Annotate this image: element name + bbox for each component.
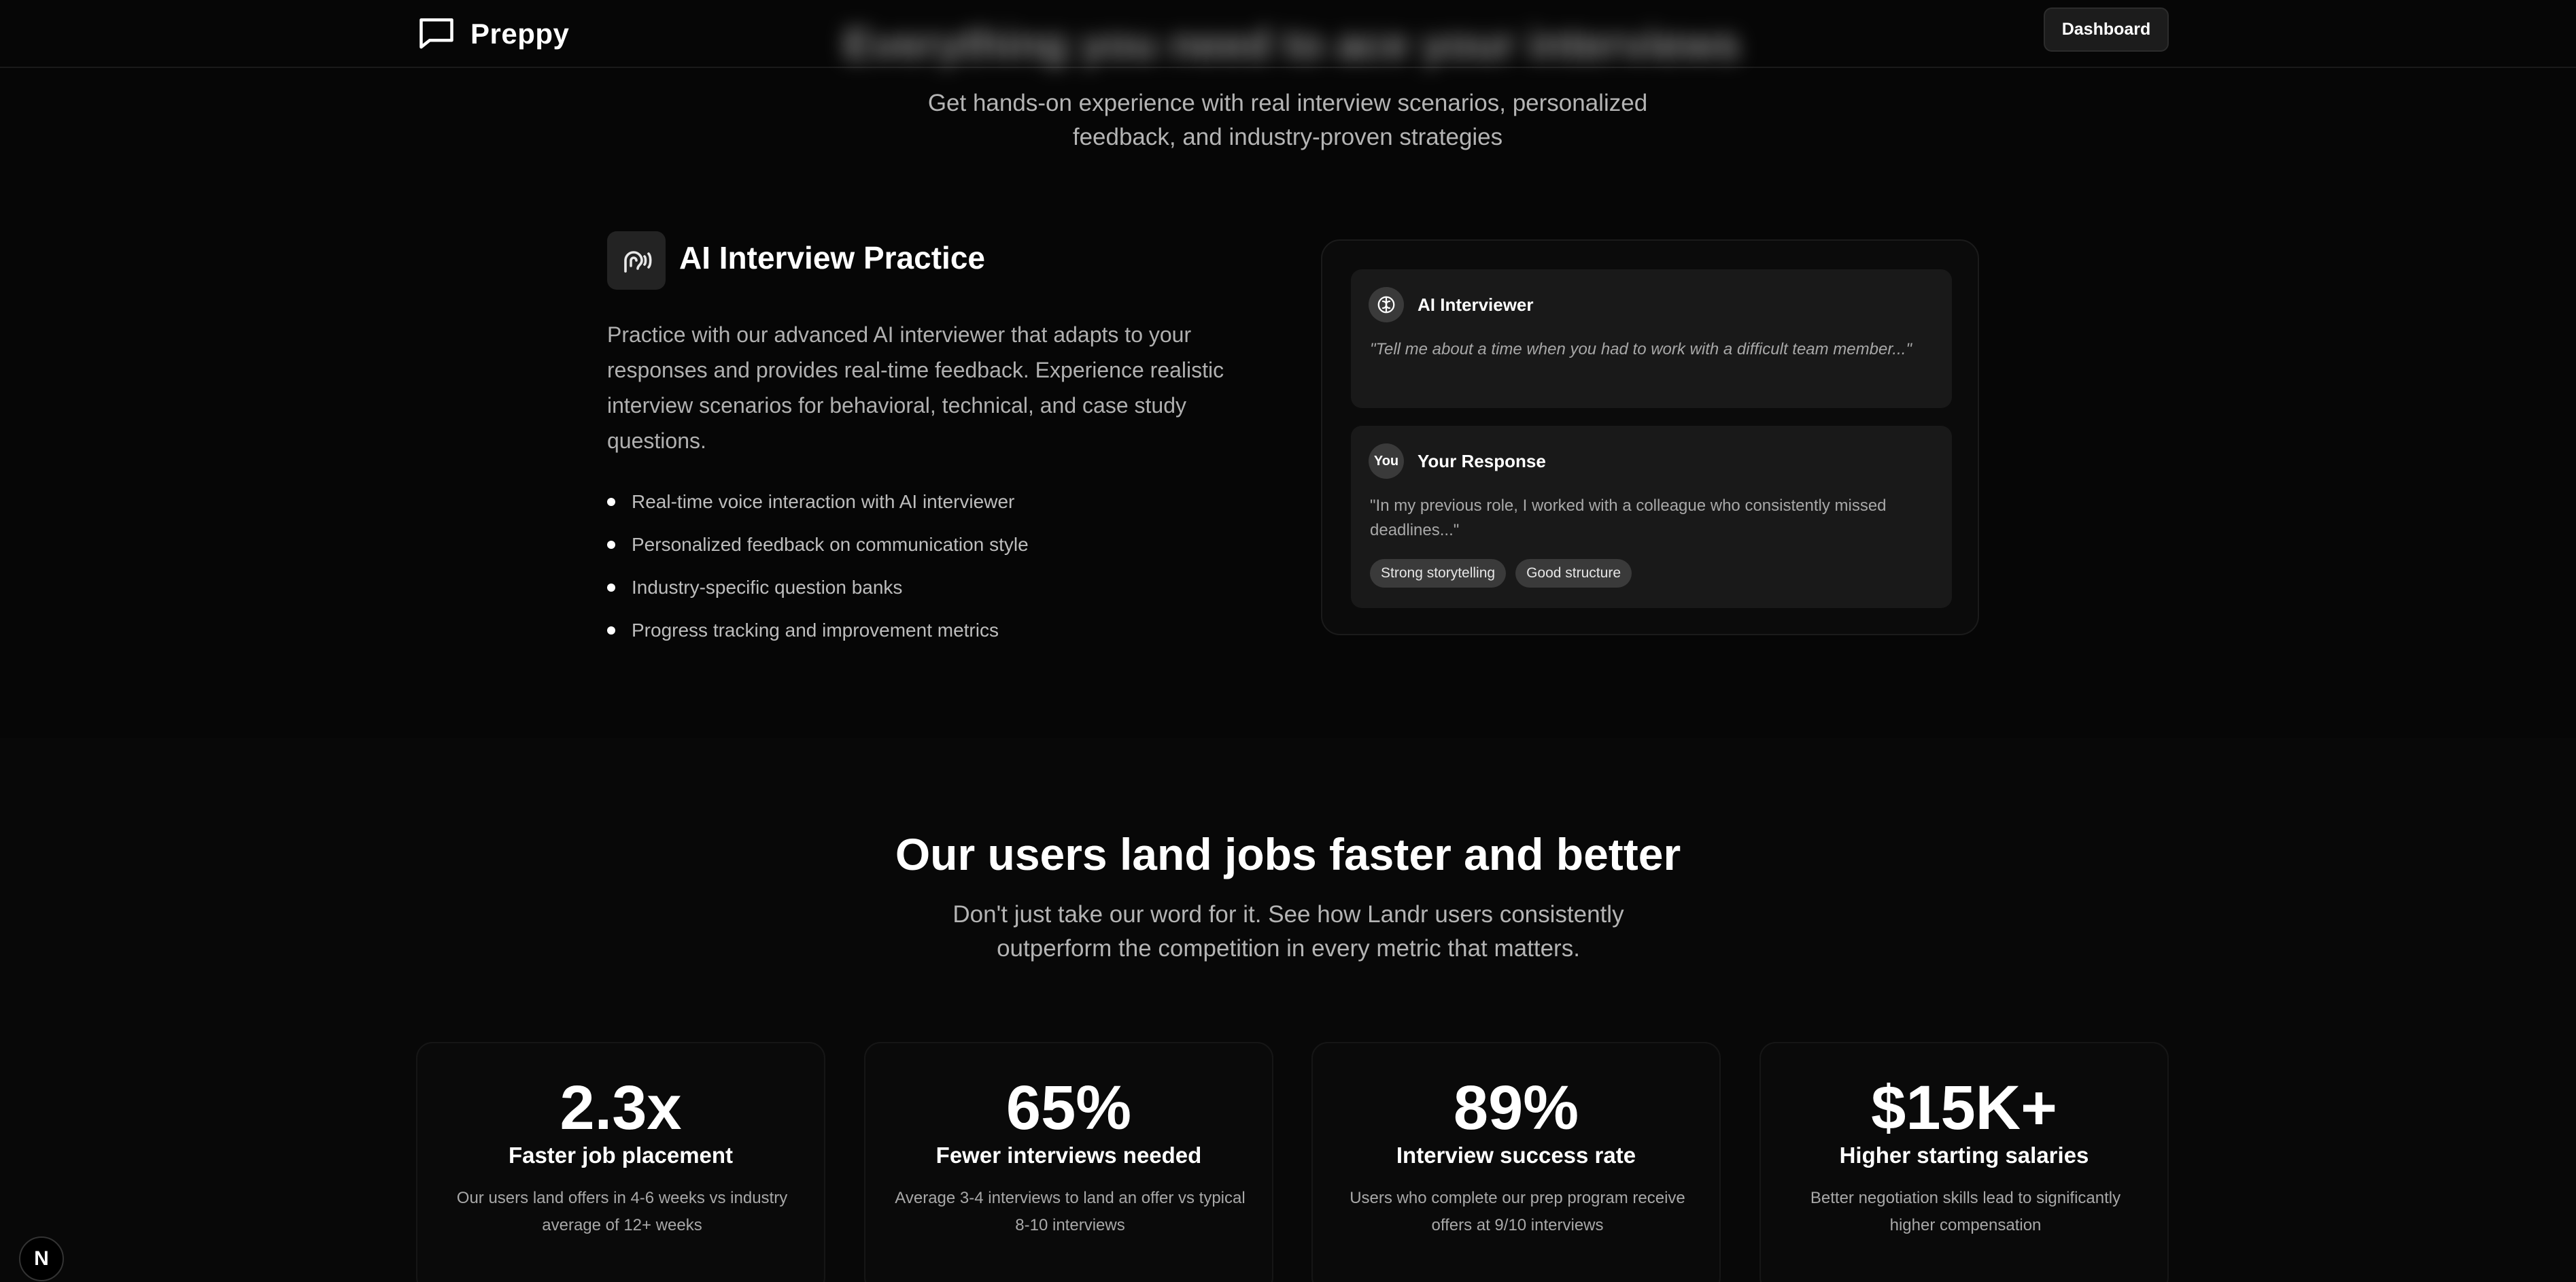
stat-card: 65% Fewer interviews needed Average 3-4 …	[864, 1042, 1273, 1282]
blurred-section-heading: Everything you need to ace your intervie…	[843, 20, 1740, 67]
message-header: You Your Response	[1369, 443, 1546, 479]
bullet-dot-icon	[607, 540, 615, 549]
interview-demo-card: AI Interviewer "Tell me about a time whe…	[1321, 239, 1979, 635]
stat-card: 2.3x Faster job placement Our users land…	[416, 1042, 825, 1282]
stat-description: Our users land offers in 4-6 weeks vs in…	[456, 1189, 788, 1234]
message-author: Your Response	[1418, 450, 1546, 471]
stat-description: Better negotiation skills lead to signif…	[1810, 1189, 2121, 1234]
stat-label: Fewer interviews needed	[935, 1143, 1202, 1168]
stats-section-background	[0, 738, 2576, 1282]
stat-value: 89%	[1453, 1073, 1579, 1143]
message-author: AI Interviewer	[1418, 294, 1534, 315]
list-item: Personalized feedback on communication s…	[607, 523, 1029, 566]
message-text: "In my previous role, I worked with a co…	[1370, 496, 1887, 539]
voice-waveform-icon	[607, 231, 666, 290]
message-header: AI Interviewer	[1369, 287, 1534, 322]
list-item-text: Progress tracking and improvement metric…	[632, 619, 999, 641]
user-response-message: You Your Response "In my previous role, …	[1351, 426, 1952, 608]
stat-description: Users who complete our prep program rece…	[1350, 1189, 1685, 1234]
list-item-text: Industry-specific question banks	[632, 576, 903, 598]
feedback-tag: Strong storytelling	[1370, 559, 1507, 588]
stats-subtitle: Don't just take our word for it. See how…	[952, 901, 1624, 962]
chat-bubble-icon	[416, 12, 457, 56]
stat-card: 89% Interview success rate Users who com…	[1311, 1042, 1721, 1282]
list-item-text: Real-time voice interaction with AI inte…	[632, 490, 1015, 512]
feedback-tags: Strong storytelling Good structure	[1370, 559, 1632, 588]
stat-label: Interview success rate	[1396, 1143, 1636, 1168]
stat-label: Faster job placement	[508, 1143, 734, 1168]
brand-logo-link[interactable]: Preppy	[416, 12, 569, 56]
stat-value: 2.3x	[560, 1073, 682, 1143]
hero-subtitle: Get hands-on experience with real interv…	[927, 90, 1648, 150]
stat-label: Higher starting salaries	[1839, 1143, 2089, 1168]
bullet-dot-icon	[607, 626, 615, 635]
bullet-dot-icon	[607, 497, 615, 506]
feature-description: Practice with our advanced AI interviewe…	[607, 322, 1224, 453]
dashboard-button[interactable]: Dashboard	[2044, 7, 2169, 52]
list-item: Real-time voice interaction with AI inte…	[607, 480, 1029, 523]
avatar: You	[1369, 443, 1404, 479]
list-item-text: Personalized feedback on communication s…	[632, 533, 1029, 555]
stat-card: $15K+ Higher starting salaries Better ne…	[1759, 1042, 2169, 1282]
feedback-tag: Good structure	[1515, 559, 1632, 588]
list-item: Progress tracking and improvement metric…	[607, 609, 1029, 652]
stat-description: Average 3-4 interviews to land an offer …	[895, 1189, 1246, 1234]
message-text: "Tell me about a time when you had to wo…	[1370, 340, 1912, 358]
nextjs-dev-indicator-button[interactable]: N	[19, 1236, 64, 1281]
stats-heading: Our users land jobs faster and better	[895, 829, 1681, 879]
top-navigation: Preppy Everything you need to ace your i…	[0, 0, 2576, 68]
bullet-dot-icon	[607, 583, 615, 592]
ai-interviewer-message: AI Interviewer "Tell me about a time whe…	[1351, 269, 1952, 408]
feature-title: AI Interview Practice	[679, 240, 985, 275]
brand-name: Preppy	[470, 18, 570, 50]
brain-icon	[1369, 287, 1404, 322]
list-item: Industry-specific question banks	[607, 566, 1029, 609]
stat-value: $15K+	[1871, 1073, 2057, 1143]
stat-value: 65%	[1006, 1073, 1132, 1143]
feature-bullet-list: Real-time voice interaction with AI inte…	[607, 480, 1029, 652]
